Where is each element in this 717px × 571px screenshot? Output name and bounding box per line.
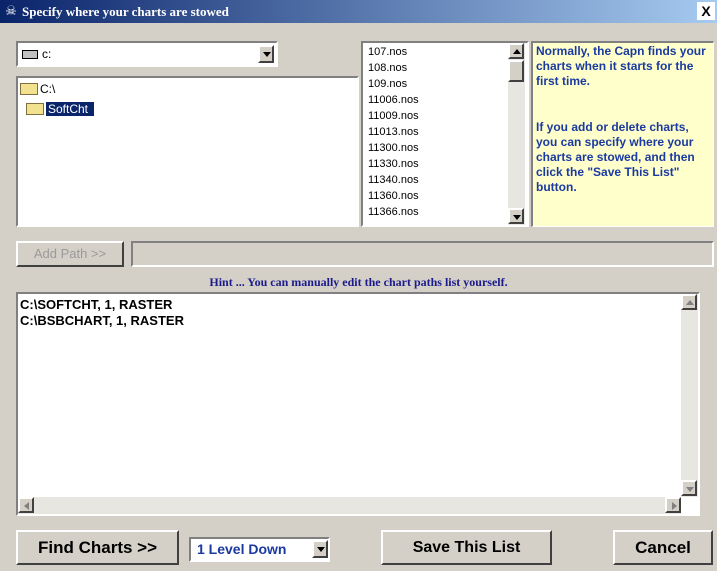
save-list-button[interactable]: Save This List bbox=[381, 530, 552, 565]
arrow-right-icon bbox=[672, 502, 677, 510]
list-item[interactable]: 11340.nos bbox=[368, 174, 419, 187]
window-title: Specify where your charts are stowed bbox=[22, 4, 229, 19]
title-bar: ☠ Specify where your charts are stowed X bbox=[0, 0, 717, 23]
folder-open-icon bbox=[20, 83, 38, 95]
scroll-right-button[interactable] bbox=[665, 497, 681, 513]
app-icon: ☠ bbox=[5, 3, 17, 18]
list-item[interactable]: 11330.nos bbox=[368, 158, 419, 171]
scroll-left-button[interactable] bbox=[18, 497, 34, 513]
list-item[interactable]: 107.nos bbox=[368, 46, 407, 59]
list-item[interactable]: 11360.nos bbox=[368, 190, 419, 203]
scroll-up-button[interactable] bbox=[681, 294, 697, 310]
info-panel: Normally, the Capn finds your charts whe… bbox=[531, 41, 714, 227]
close-button[interactable]: X bbox=[697, 2, 715, 20]
chart-paths-dialog: ☠ Specify where your charts are stowed X… bbox=[0, 0, 717, 571]
tree-item-label: SoftCht bbox=[46, 102, 95, 116]
file-list-scrollbar[interactable] bbox=[508, 43, 525, 225]
list-item[interactable]: 11009.nos bbox=[368, 110, 419, 123]
info-text-1: Normally, the Capn finds your charts whe… bbox=[536, 44, 706, 88]
drive-select[interactable]: c: bbox=[16, 41, 278, 67]
arrow-down-icon bbox=[686, 487, 694, 492]
chart-file-list[interactable]: 107.nos 108.nos 109.nos 11006.nos 11009.… bbox=[361, 41, 529, 227]
drive-dropdown-button[interactable] bbox=[258, 45, 274, 63]
level-dropdown-button[interactable] bbox=[312, 540, 328, 558]
chevron-down-icon bbox=[263, 52, 271, 57]
editor-vertical-scrollbar[interactable] bbox=[681, 294, 698, 497]
level-select-value: 1 Level Down bbox=[197, 541, 287, 557]
path-input[interactable] bbox=[131, 241, 714, 267]
tree-item-softcht[interactable]: SoftCht bbox=[26, 100, 95, 118]
list-item[interactable]: 11300.nos bbox=[368, 142, 419, 155]
arrow-up-icon bbox=[686, 300, 694, 305]
arrow-up-icon bbox=[513, 49, 521, 54]
list-item[interactable]: 109.nos bbox=[368, 78, 407, 91]
list-item[interactable]: 108.nos bbox=[368, 62, 407, 75]
editor-horizontal-scrollbar[interactable] bbox=[18, 497, 681, 514]
drive-icon bbox=[22, 50, 38, 59]
scroll-up-button[interactable] bbox=[508, 43, 524, 59]
chart-paths-editor[interactable]: C:\SOFTCHT, 1, RASTER C:\BSBCHART, 1, RA… bbox=[16, 292, 700, 516]
chevron-down-icon bbox=[317, 547, 325, 552]
scroll-thumb[interactable] bbox=[508, 60, 524, 82]
info-text-2: If you add or delete charts, you can spe… bbox=[536, 120, 695, 194]
find-charts-button[interactable]: Find Charts >> bbox=[16, 530, 179, 565]
arrow-left-icon bbox=[24, 502, 29, 510]
tree-item-root[interactable]: C:\ bbox=[20, 80, 55, 98]
tree-item-label: C:\ bbox=[40, 82, 56, 96]
scroll-down-button[interactable] bbox=[681, 480, 697, 496]
chart-path-line: C:\SOFTCHT, 1, RASTER bbox=[20, 297, 173, 312]
scroll-down-button[interactable] bbox=[508, 208, 524, 224]
folder-tree[interactable]: C:\ SoftCht bbox=[16, 76, 359, 227]
level-select[interactable]: 1 Level Down bbox=[189, 537, 330, 562]
list-item[interactable]: 11366.nos bbox=[368, 206, 419, 219]
add-path-button[interactable]: Add Path >> bbox=[16, 241, 124, 267]
hint-text: Hint ... You can manually edit the chart… bbox=[209, 275, 508, 289]
chart-path-line: C:\BSBCHART, 1, RASTER bbox=[20, 313, 184, 328]
list-item[interactable]: 11006.nos bbox=[368, 94, 419, 107]
cancel-button[interactable]: Cancel bbox=[613, 530, 713, 565]
drive-value: c: bbox=[42, 47, 52, 61]
arrow-down-icon bbox=[513, 215, 521, 220]
folder-open-icon bbox=[26, 103, 44, 115]
list-item[interactable]: 11013.nos bbox=[368, 126, 419, 139]
